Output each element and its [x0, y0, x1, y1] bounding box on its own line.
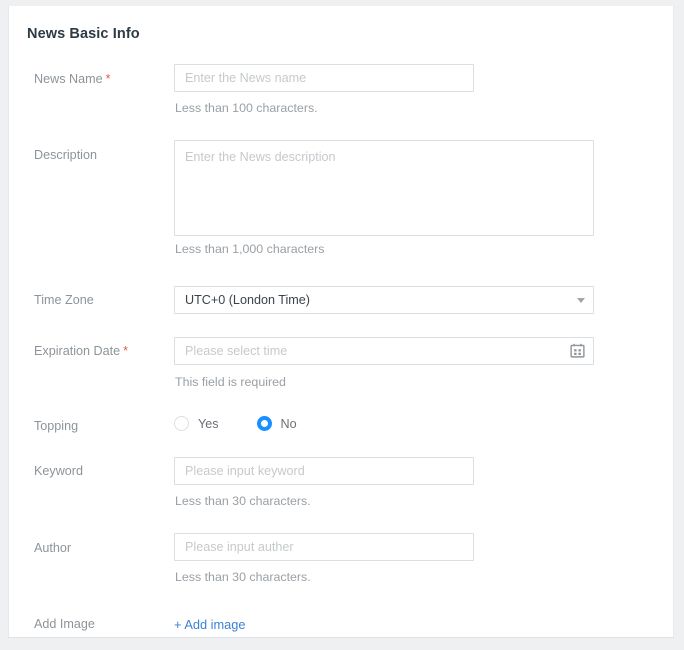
- topping-radio-group: Yes No: [174, 416, 297, 431]
- topping-label: Topping: [34, 419, 78, 433]
- required-asterisk: *: [106, 72, 111, 86]
- description-hint: Less than 1,000 characters: [175, 242, 324, 256]
- time-zone-selected-value: UTC+0 (London Time): [174, 286, 594, 314]
- time-zone-field-wrap: UTC+0 (London Time): [174, 286, 594, 314]
- description-label: Description: [34, 148, 97, 162]
- page-title: News Basic Info: [27, 26, 140, 42]
- radio-unselected-icon: [174, 416, 189, 431]
- author-label: Author: [34, 541, 71, 555]
- topping-radio-yes-label: Yes: [198, 417, 219, 431]
- chevron-down-icon: [577, 298, 585, 303]
- description-field-wrap: [174, 140, 594, 241]
- news-basic-info-card: News Basic Info News Name* Less than 100…: [8, 6, 674, 638]
- author-field-wrap: [174, 533, 474, 561]
- description-textarea[interactable]: [174, 140, 594, 236]
- expiration-date-picker[interactable]: [174, 337, 594, 365]
- add-image-button[interactable]: + Add image: [174, 617, 246, 632]
- expiration-date-hint: This field is required: [175, 375, 286, 389]
- expiration-date-label: Expiration Date*: [34, 344, 128, 358]
- expiration-date-field-wrap: [174, 337, 594, 365]
- add-image-label: Add Image: [34, 617, 95, 631]
- topping-radio-no[interactable]: No: [257, 416, 297, 431]
- topping-radio-no-label: No: [281, 417, 297, 431]
- time-zone-label: Time Zone: [34, 293, 94, 307]
- keyword-input[interactable]: [174, 457, 474, 485]
- topping-radio-yes[interactable]: Yes: [174, 416, 219, 431]
- news-name-input[interactable]: [174, 64, 474, 92]
- author-hint: Less than 30 characters.: [175, 570, 311, 584]
- card-bottom-divider: [8, 637, 674, 638]
- expiration-date-input[interactable]: [174, 337, 594, 365]
- author-input[interactable]: [174, 533, 474, 561]
- page-root: News Basic Info News Name* Less than 100…: [0, 0, 684, 650]
- news-name-field-wrap: [174, 64, 474, 92]
- news-name-label: News Name*: [34, 72, 111, 86]
- keyword-field-wrap: [174, 457, 474, 485]
- keyword-label: Keyword: [34, 464, 83, 478]
- news-name-hint: Less than 100 characters.: [175, 101, 318, 115]
- required-asterisk: *: [123, 344, 128, 358]
- calendar-icon[interactable]: [570, 343, 585, 358]
- keyword-hint: Less than 30 characters.: [175, 494, 311, 508]
- radio-selected-icon: [257, 416, 272, 431]
- time-zone-select[interactable]: UTC+0 (London Time): [174, 286, 594, 314]
